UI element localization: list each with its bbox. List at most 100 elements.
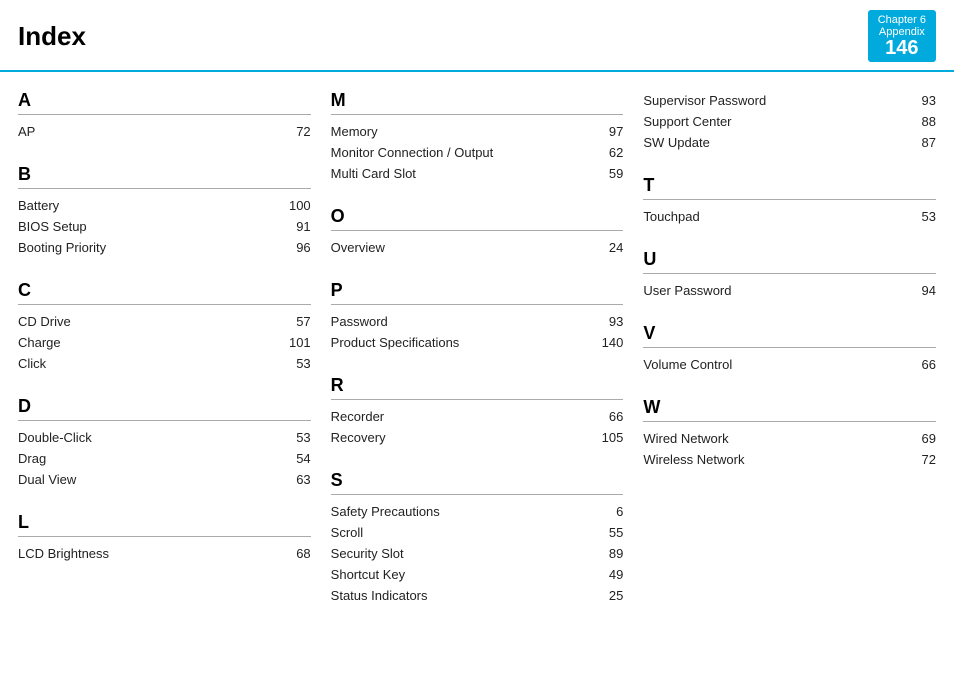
entry-label: Recorder bbox=[331, 409, 384, 424]
index-entry: Monitor Connection / Output 62 bbox=[331, 142, 624, 163]
entry-page: 87 bbox=[906, 135, 936, 150]
chapter-badge: Chapter 6 Appendix 146 bbox=[868, 10, 936, 62]
entry-page: 6 bbox=[593, 504, 623, 519]
section-letter-2-2: U bbox=[643, 249, 936, 274]
entry-page: 96 bbox=[281, 240, 311, 255]
entry-label: Password bbox=[331, 314, 388, 329]
entry-page: 68 bbox=[281, 546, 311, 561]
index-content: AAP72BBattery100BIOS Setup91Booting Prio… bbox=[0, 72, 954, 632]
entry-page: 25 bbox=[593, 588, 623, 603]
section-letter-2-3: V bbox=[643, 323, 936, 348]
index-entry: Wireless Network72 bbox=[643, 449, 936, 470]
entry-page: 66 bbox=[906, 357, 936, 372]
column-1: M Memory97 Monitor Connection / Output 62 Mu… bbox=[331, 90, 644, 614]
entry-page: 55 bbox=[593, 525, 623, 540]
section-letter-0-3: D bbox=[18, 396, 311, 421]
column-2: Supervisor Password 93 Support Center 88 SW … bbox=[643, 90, 936, 614]
entry-page: 66 bbox=[593, 409, 623, 424]
index-entry: Security Slot 89 bbox=[331, 543, 624, 564]
index-entry: SW Update 87 bbox=[643, 132, 936, 153]
index-entry: Recovery105 bbox=[331, 427, 624, 448]
entry-page: 72 bbox=[281, 124, 311, 139]
entry-label: SW Update bbox=[643, 135, 709, 150]
entry-label: Drag bbox=[18, 451, 46, 466]
index-entry: Drag54 bbox=[18, 448, 311, 469]
entry-label: Support Center bbox=[643, 114, 731, 129]
section-letter-1-3: R bbox=[331, 375, 624, 400]
entry-label: Overview bbox=[331, 240, 385, 255]
entry-page: 24 bbox=[593, 240, 623, 255]
page-title: Index bbox=[18, 21, 86, 52]
section-letter-0-1: B bbox=[18, 164, 311, 189]
entry-page: 69 bbox=[906, 431, 936, 446]
entry-page: 63 bbox=[281, 472, 311, 487]
entry-label: Wireless Network bbox=[643, 452, 744, 467]
index-entry: Volume Control 66 bbox=[643, 354, 936, 375]
index-entry: Safety Precautions 6 bbox=[331, 501, 624, 522]
entry-label: Dual View bbox=[18, 472, 76, 487]
index-entry: Multi Card Slot 59 bbox=[331, 163, 624, 184]
entry-label: Supervisor Password bbox=[643, 93, 766, 108]
section-letter-0-4: L bbox=[18, 512, 311, 537]
entry-page: 57 bbox=[281, 314, 311, 329]
entry-page: 59 bbox=[593, 166, 623, 181]
index-entry: Battery100 bbox=[18, 195, 311, 216]
entry-label: Click bbox=[18, 356, 46, 371]
index-entry: Password 93 bbox=[331, 311, 624, 332]
entry-label: Scroll bbox=[331, 525, 364, 540]
entry-label: LCD Brightness bbox=[18, 546, 109, 561]
chapter-label: Chapter 6 bbox=[878, 14, 926, 26]
entry-label: Monitor Connection / Output bbox=[331, 145, 494, 160]
index-entry: Click 53 bbox=[18, 353, 311, 374]
index-entry: Support Center 88 bbox=[643, 111, 936, 132]
entry-label: Memory bbox=[331, 124, 378, 139]
index-entry: LCD Brightness 68 bbox=[18, 543, 311, 564]
entry-label: Shortcut Key bbox=[331, 567, 405, 582]
index-entry: Wired Network 69 bbox=[643, 428, 936, 449]
entry-page: 93 bbox=[906, 93, 936, 108]
index-entry: Memory97 bbox=[331, 121, 624, 142]
entry-page: 53 bbox=[281, 356, 311, 371]
entry-label: Multi Card Slot bbox=[331, 166, 416, 181]
index-entry: Shortcut Key 49 bbox=[331, 564, 624, 585]
entry-page: 93 bbox=[593, 314, 623, 329]
entry-page: 91 bbox=[281, 219, 311, 234]
entry-label: Wired Network bbox=[643, 431, 728, 446]
entry-label: Volume Control bbox=[643, 357, 732, 372]
entry-label: Status Indicators bbox=[331, 588, 428, 603]
index-entry: Dual View 63 bbox=[18, 469, 311, 490]
entry-label: CD Drive bbox=[18, 314, 71, 329]
entry-page: 88 bbox=[906, 114, 936, 129]
index-entry: CD Drive 57 bbox=[18, 311, 311, 332]
entry-page: 94 bbox=[906, 283, 936, 298]
index-entry: BIOS Setup91 bbox=[18, 216, 311, 237]
entry-page: 101 bbox=[281, 335, 311, 350]
entry-page: 62 bbox=[593, 145, 623, 160]
page-number: 146 bbox=[885, 38, 918, 58]
entry-page: 89 bbox=[593, 546, 623, 561]
section-letter-2-4: W bbox=[643, 397, 936, 422]
entry-page: 49 bbox=[593, 567, 623, 582]
section-letter-1-2: P bbox=[331, 280, 624, 305]
entry-label: Booting Priority bbox=[18, 240, 106, 255]
entry-label: AP bbox=[18, 124, 35, 139]
entry-label: Charge bbox=[18, 335, 61, 350]
page-header: Index Chapter 6 Appendix 146 bbox=[0, 0, 954, 72]
section-letter-0-0: A bbox=[18, 90, 311, 115]
index-entry: Product Specifications140 bbox=[331, 332, 624, 353]
index-entry: Scroll 55 bbox=[331, 522, 624, 543]
entry-label: Security Slot bbox=[331, 546, 404, 561]
section-letter-2-1: T bbox=[643, 175, 936, 200]
entry-label: Product Specifications bbox=[331, 335, 460, 350]
index-entry: Overview 24 bbox=[331, 237, 624, 258]
section-letter-1-1: O bbox=[331, 206, 624, 231]
column-0: AAP72BBattery100BIOS Setup91Booting Prio… bbox=[18, 90, 331, 614]
index-entry: Supervisor Password 93 bbox=[643, 90, 936, 111]
entry-page: 53 bbox=[281, 430, 311, 445]
entry-label: Safety Precautions bbox=[331, 504, 440, 519]
section-letter-1-4: S bbox=[331, 470, 624, 495]
index-entry: Touchpad53 bbox=[643, 206, 936, 227]
index-entry: AP 72 bbox=[18, 121, 311, 142]
index-entry: Booting Priority 96 bbox=[18, 237, 311, 258]
section-letter-1-0: M bbox=[331, 90, 624, 115]
